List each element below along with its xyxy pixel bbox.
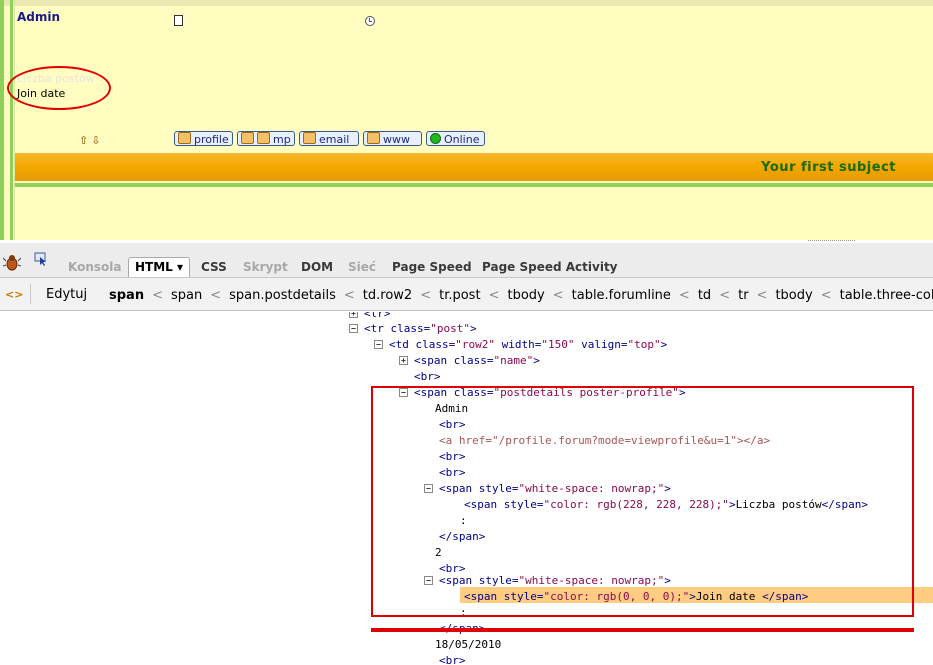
breadcrumb-item[interactable]: tbody	[503, 288, 548, 303]
subject-bar: Your first subject	[15, 153, 933, 181]
tab-html[interactable]: HTML ▾	[128, 257, 191, 277]
edit-button[interactable]: Edytuj	[46, 287, 87, 302]
email-button[interactable]: email	[299, 131, 359, 146]
forum-preview: Admin Liczba postów Join date ⇧⇩ profile…	[0, 0, 933, 240]
tree-node[interactable]: <span class="name">	[414, 353, 540, 369]
breadcrumb-item[interactable]: span.postdetails	[225, 288, 340, 303]
breadcrumb-item[interactable]: tr	[734, 288, 752, 303]
www-button[interactable]: www	[363, 131, 422, 146]
tab-css[interactable]: CSS	[201, 260, 227, 274]
breadcrumb-item[interactable]: td	[694, 288, 715, 303]
online-status-button[interactable]: Online	[426, 131, 485, 146]
online-icon	[430, 133, 441, 144]
breadcrumb-path: span < span < span.postdetails < td.row2 < tr.po…	[105, 288, 933, 303]
breadcrumb-item[interactable]: td.row2	[359, 288, 416, 303]
left-green-bar	[0, 0, 4, 240]
breadcrumb-expand-icon[interactable]: <>	[5, 288, 23, 301]
sort-arrows-icon[interactable]: ⇧⇩	[79, 134, 103, 147]
email-icon	[303, 132, 316, 144]
breadcrumb-item[interactable]: span	[105, 288, 148, 303]
mp-icon	[241, 132, 254, 144]
breadcrumb: <> Edytuj span < span < span.postdetails < td.…	[0, 278, 933, 311]
breadcrumb-item[interactable]: tr.post	[435, 288, 484, 303]
left-green-bar-inner	[10, 0, 13, 240]
annotation-circle	[7, 66, 111, 110]
left-border-line	[14, 0, 15, 240]
post-icon[interactable]	[174, 15, 183, 26]
subject-link[interactable]: Your first subject	[761, 160, 896, 175]
annotation-box	[371, 386, 914, 617]
inspect-icon[interactable]	[34, 252, 48, 266]
www-icon	[367, 132, 380, 144]
tree-node[interactable]: <tr class="post">	[364, 321, 477, 337]
twisty-icon[interactable]: −	[374, 340, 383, 349]
tree-node[interactable]: <br>	[414, 369, 441, 385]
breadcrumb-item[interactable]: table.three-col	[836, 288, 933, 303]
breadcrumb-item[interactable]: tbody	[771, 288, 816, 303]
tab-page-speed-activity[interactable]: Page Speed Activity	[482, 260, 618, 274]
tab-net[interactable]: Sieć	[348, 260, 376, 274]
mp-button[interactable]: mp	[237, 131, 295, 146]
top-strip	[0, 0, 933, 6]
breadcrumb-divider	[30, 284, 31, 304]
tab-console[interactable]: Konsola	[68, 260, 121, 274]
devtools-tabbar: Konsola HTML ▾ CSS Skrypt DOM Sieć Page …	[0, 243, 933, 278]
breadcrumb-item[interactable]: table.forumline	[568, 288, 675, 303]
email-button-label: email	[319, 133, 350, 146]
annotation-box-top	[371, 628, 914, 632]
subject-divider	[15, 183, 933, 187]
clock-icon	[365, 16, 375, 26]
profile-icon	[178, 132, 191, 144]
twisty-icon[interactable]: −	[349, 324, 358, 333]
tab-script[interactable]: Skrypt	[243, 260, 288, 274]
tree-text-node[interactable]: 18/05/2010	[435, 637, 501, 653]
mp-button-label: mp	[273, 133, 291, 146]
post-username[interactable]: Admin	[17, 10, 60, 24]
tab-page-speed[interactable]: Page Speed	[392, 260, 472, 274]
online-status-label: Online	[444, 133, 480, 146]
twisty-icon[interactable]: +	[399, 356, 408, 365]
mp-icon-second	[257, 132, 270, 144]
profile-button-label: profile	[194, 133, 229, 146]
firebug-icon[interactable]	[3, 253, 21, 271]
twisty-icon[interactable]: +	[349, 312, 358, 318]
tab-dom[interactable]: DOM	[301, 260, 333, 274]
www-button-label: www	[383, 133, 410, 146]
tree-node[interactable]: <br>	[439, 653, 466, 665]
tree-node[interactable]: <td class="row2" width="150" valign="top…	[389, 337, 667, 353]
profile-button[interactable]: profile	[174, 131, 233, 146]
breadcrumb-item[interactable]: span	[167, 288, 206, 303]
